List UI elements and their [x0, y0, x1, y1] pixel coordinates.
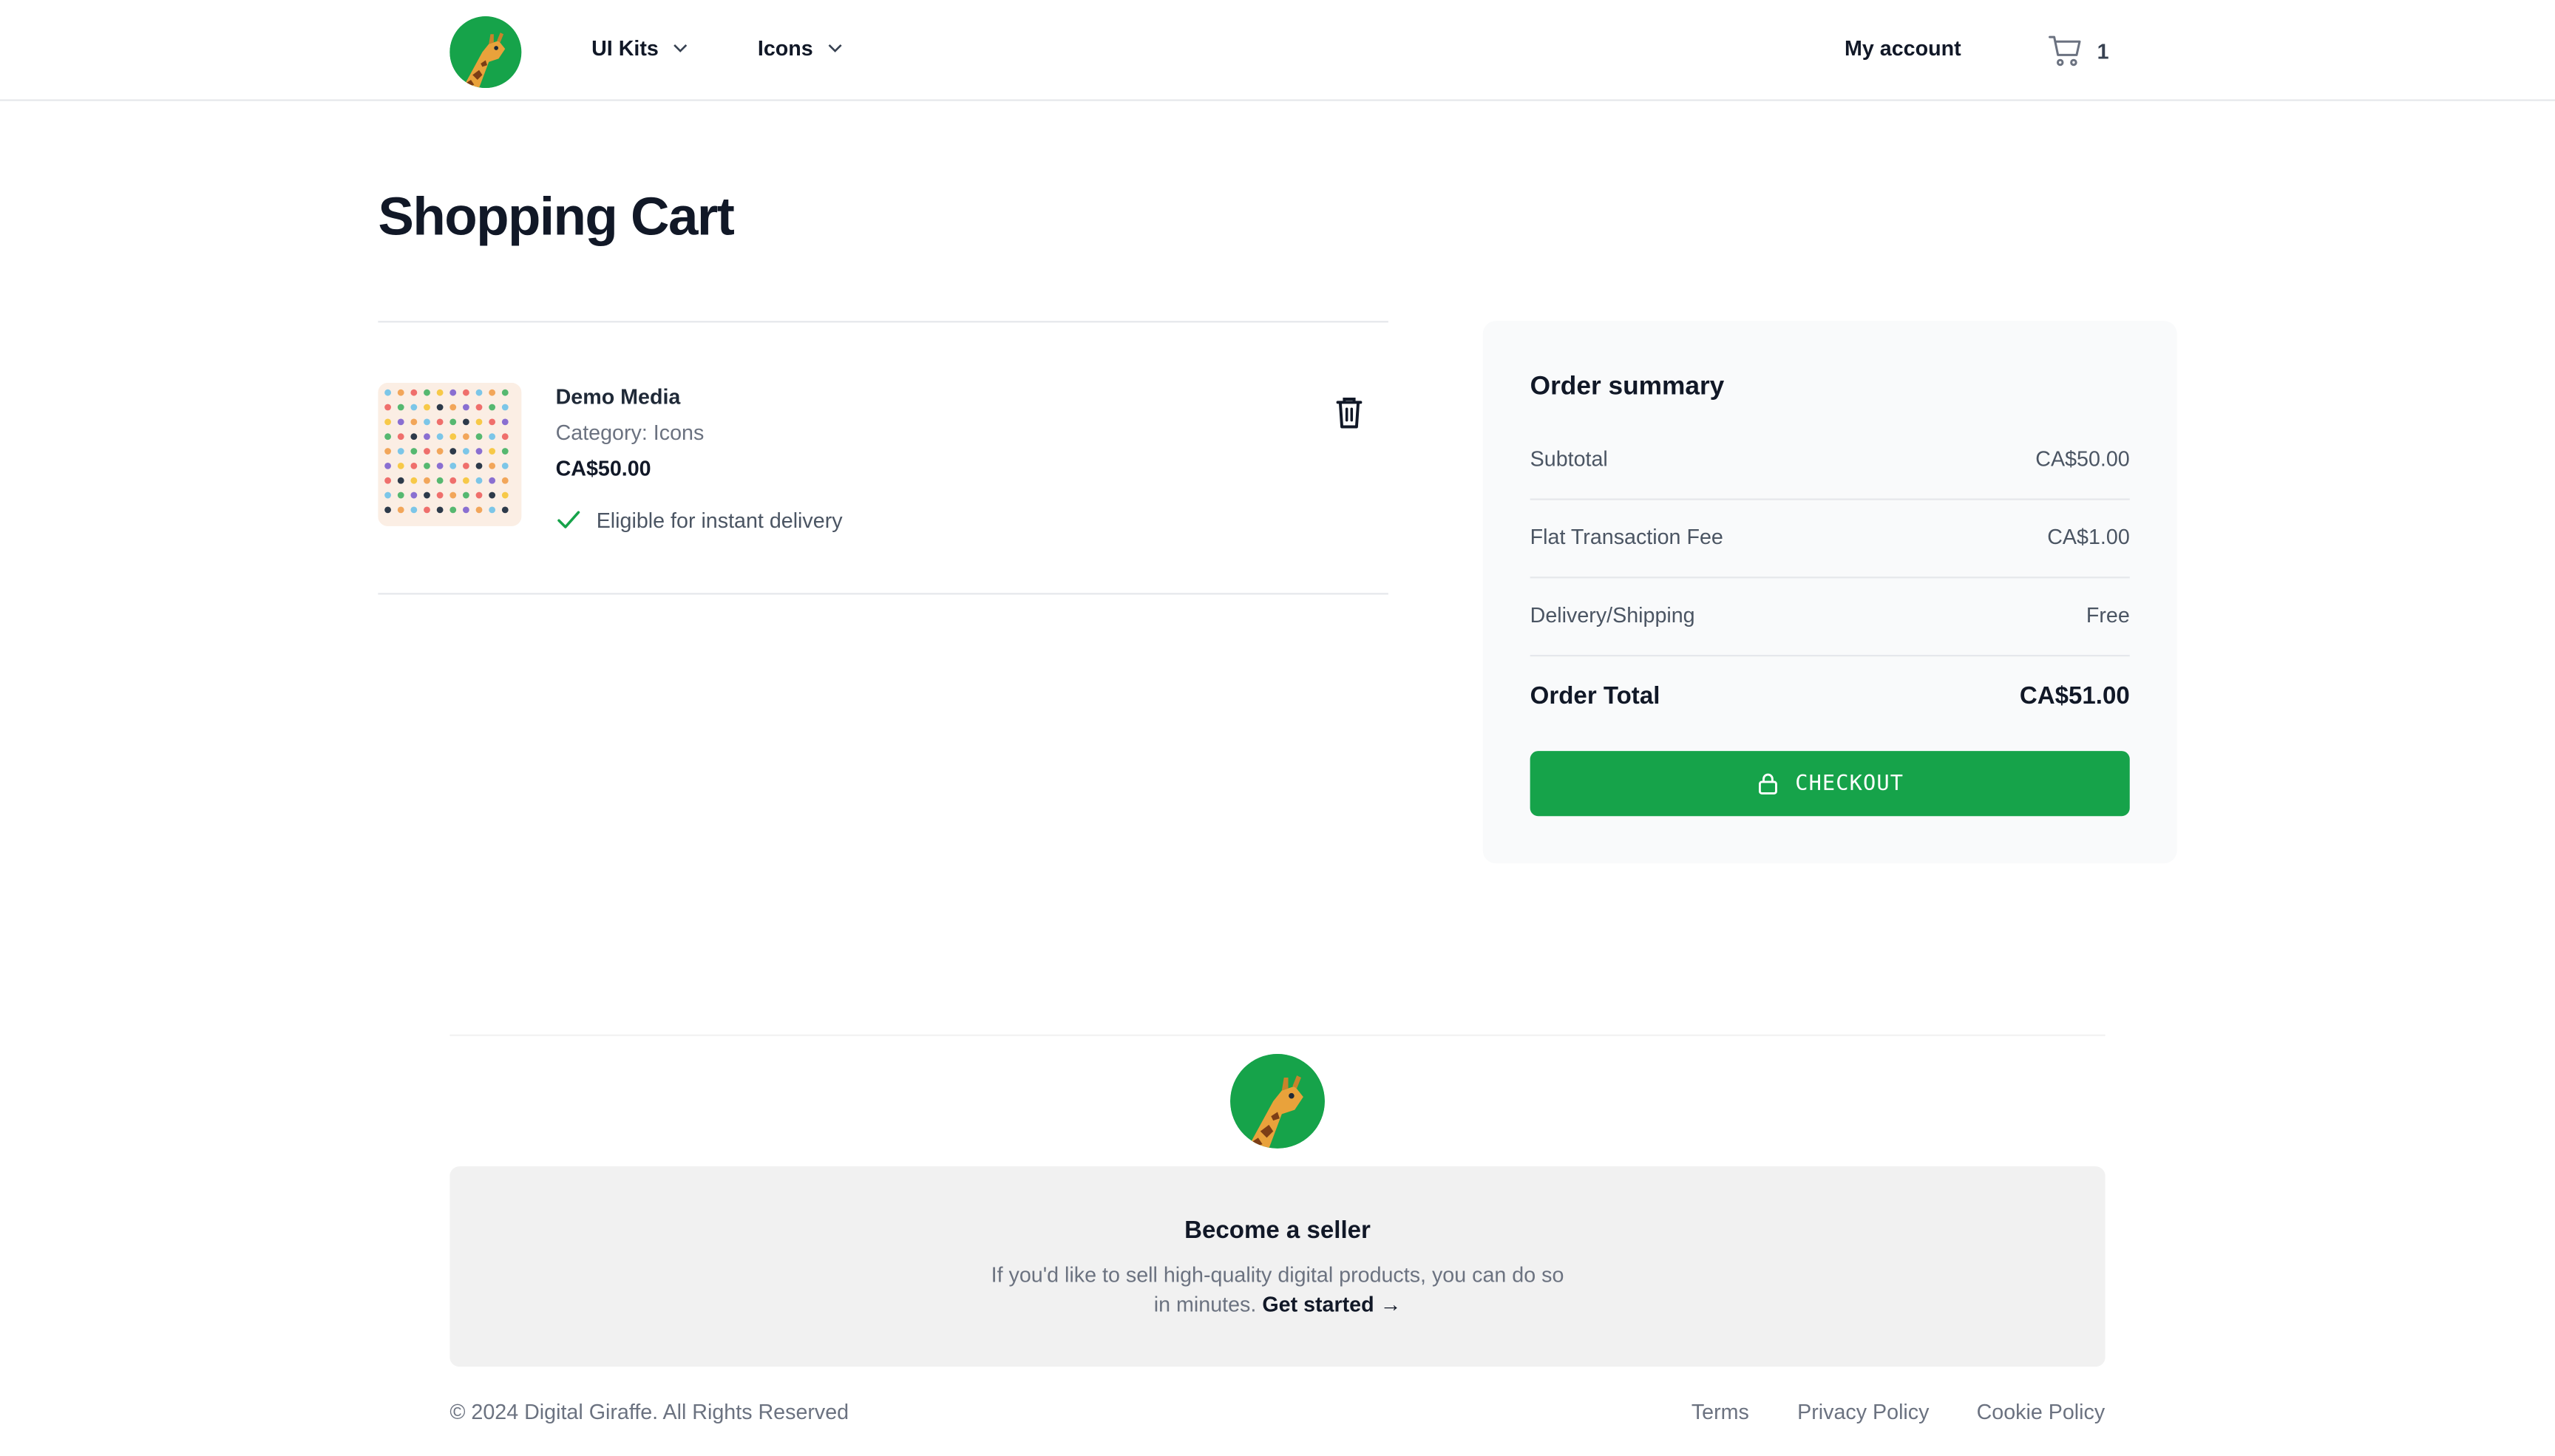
divider — [1530, 498, 2130, 500]
subtotal-label: Subtotal — [1530, 446, 1608, 471]
chevron-down-icon — [828, 44, 842, 52]
lock-icon — [1758, 773, 1777, 795]
product-price: CA$50.00 — [555, 456, 651, 481]
giraffe-logo-icon[interactable] — [1230, 1054, 1325, 1149]
shopping-cart-icon — [2049, 35, 2081, 67]
chevron-down-icon — [673, 44, 688, 52]
order-total-row: Order Total CA$51.00 — [1530, 683, 2130, 710]
trash-icon — [1336, 398, 1363, 429]
transaction-fee-row: Flat Transaction Fee CA$1.00 — [1530, 525, 2130, 549]
check-icon — [557, 511, 580, 528]
checkout-button[interactable]: CHECKOUT — [1530, 751, 2130, 817]
become-seller-text: If you'd like to sell high-quality digit… — [988, 1261, 1568, 1319]
product-category: Category: Icons — [555, 420, 705, 445]
nav-icons-menu[interactable]: Icons — [757, 35, 844, 61]
transaction-fee-value: CA$1.00 — [2047, 524, 2130, 549]
cart-button[interactable]: 1 — [2049, 33, 2109, 68]
cart-count: 1 — [2097, 38, 2109, 63]
order-summary-panel: Order summary Subtotal CA$50.00 Flat Tra… — [1482, 321, 2177, 864]
get-started-link[interactable]: Get started → — [1262, 1292, 1401, 1316]
nav-ui-kits-label: UI Kits — [591, 35, 659, 61]
top-navbar: UI Kits Icons My account 1 — [0, 0, 2555, 101]
terms-link[interactable]: Terms — [1692, 1399, 1749, 1423]
privacy-policy-link[interactable]: Privacy Policy — [1797, 1399, 1929, 1423]
shipping-label: Delivery/Shipping — [1530, 602, 1695, 627]
nav-ui-kits-menu[interactable]: UI Kits — [591, 35, 690, 61]
become-seller-banner: Become a seller If you'd like to sell hi… — [449, 1166, 2106, 1367]
order-total-label: Order Total — [1530, 682, 1660, 710]
delivery-status: Eligible for instant delivery — [556, 506, 843, 532]
copyright-text: © 2024 Digital Giraffe. All Rights Reser… — [449, 1399, 849, 1424]
become-seller-title: Become a seller — [1184, 1217, 1371, 1245]
cart-item-list: Demo Media Category: Icons CA$50.00 Elig… — [378, 321, 1388, 595]
remove-item-button[interactable] — [1333, 394, 1365, 429]
subtotal-row: Subtotal CA$50.00 — [1530, 446, 2130, 471]
subtotal-value: CA$50.00 — [2035, 446, 2130, 471]
order-summary-title: Order summary — [1530, 372, 1725, 401]
giraffe-logo-icon[interactable] — [449, 16, 522, 89]
order-total-value: CA$51.00 — [2019, 682, 2130, 710]
shipping-row: Delivery/Shipping Free — [1530, 603, 2130, 627]
my-account-link[interactable]: My account — [1845, 35, 1961, 60]
product-thumbnail-image[interactable] — [378, 382, 522, 526]
checkout-label: CHECKOUT — [1795, 771, 1904, 796]
delivery-status-label: Eligible for instant delivery — [596, 507, 843, 532]
divider — [1530, 576, 2130, 579]
cookie-policy-link[interactable]: Cookie Policy — [1977, 1399, 2106, 1423]
nav-icons-label: Icons — [757, 35, 813, 61]
product-name-link[interactable]: Demo Media — [556, 384, 681, 409]
transaction-fee-label: Flat Transaction Fee — [1530, 524, 1723, 549]
shipping-value: Free — [2086, 602, 2130, 627]
page-title: Shopping Cart — [378, 186, 735, 246]
divider — [1530, 655, 2130, 657]
footer-divider — [449, 1034, 2106, 1036]
